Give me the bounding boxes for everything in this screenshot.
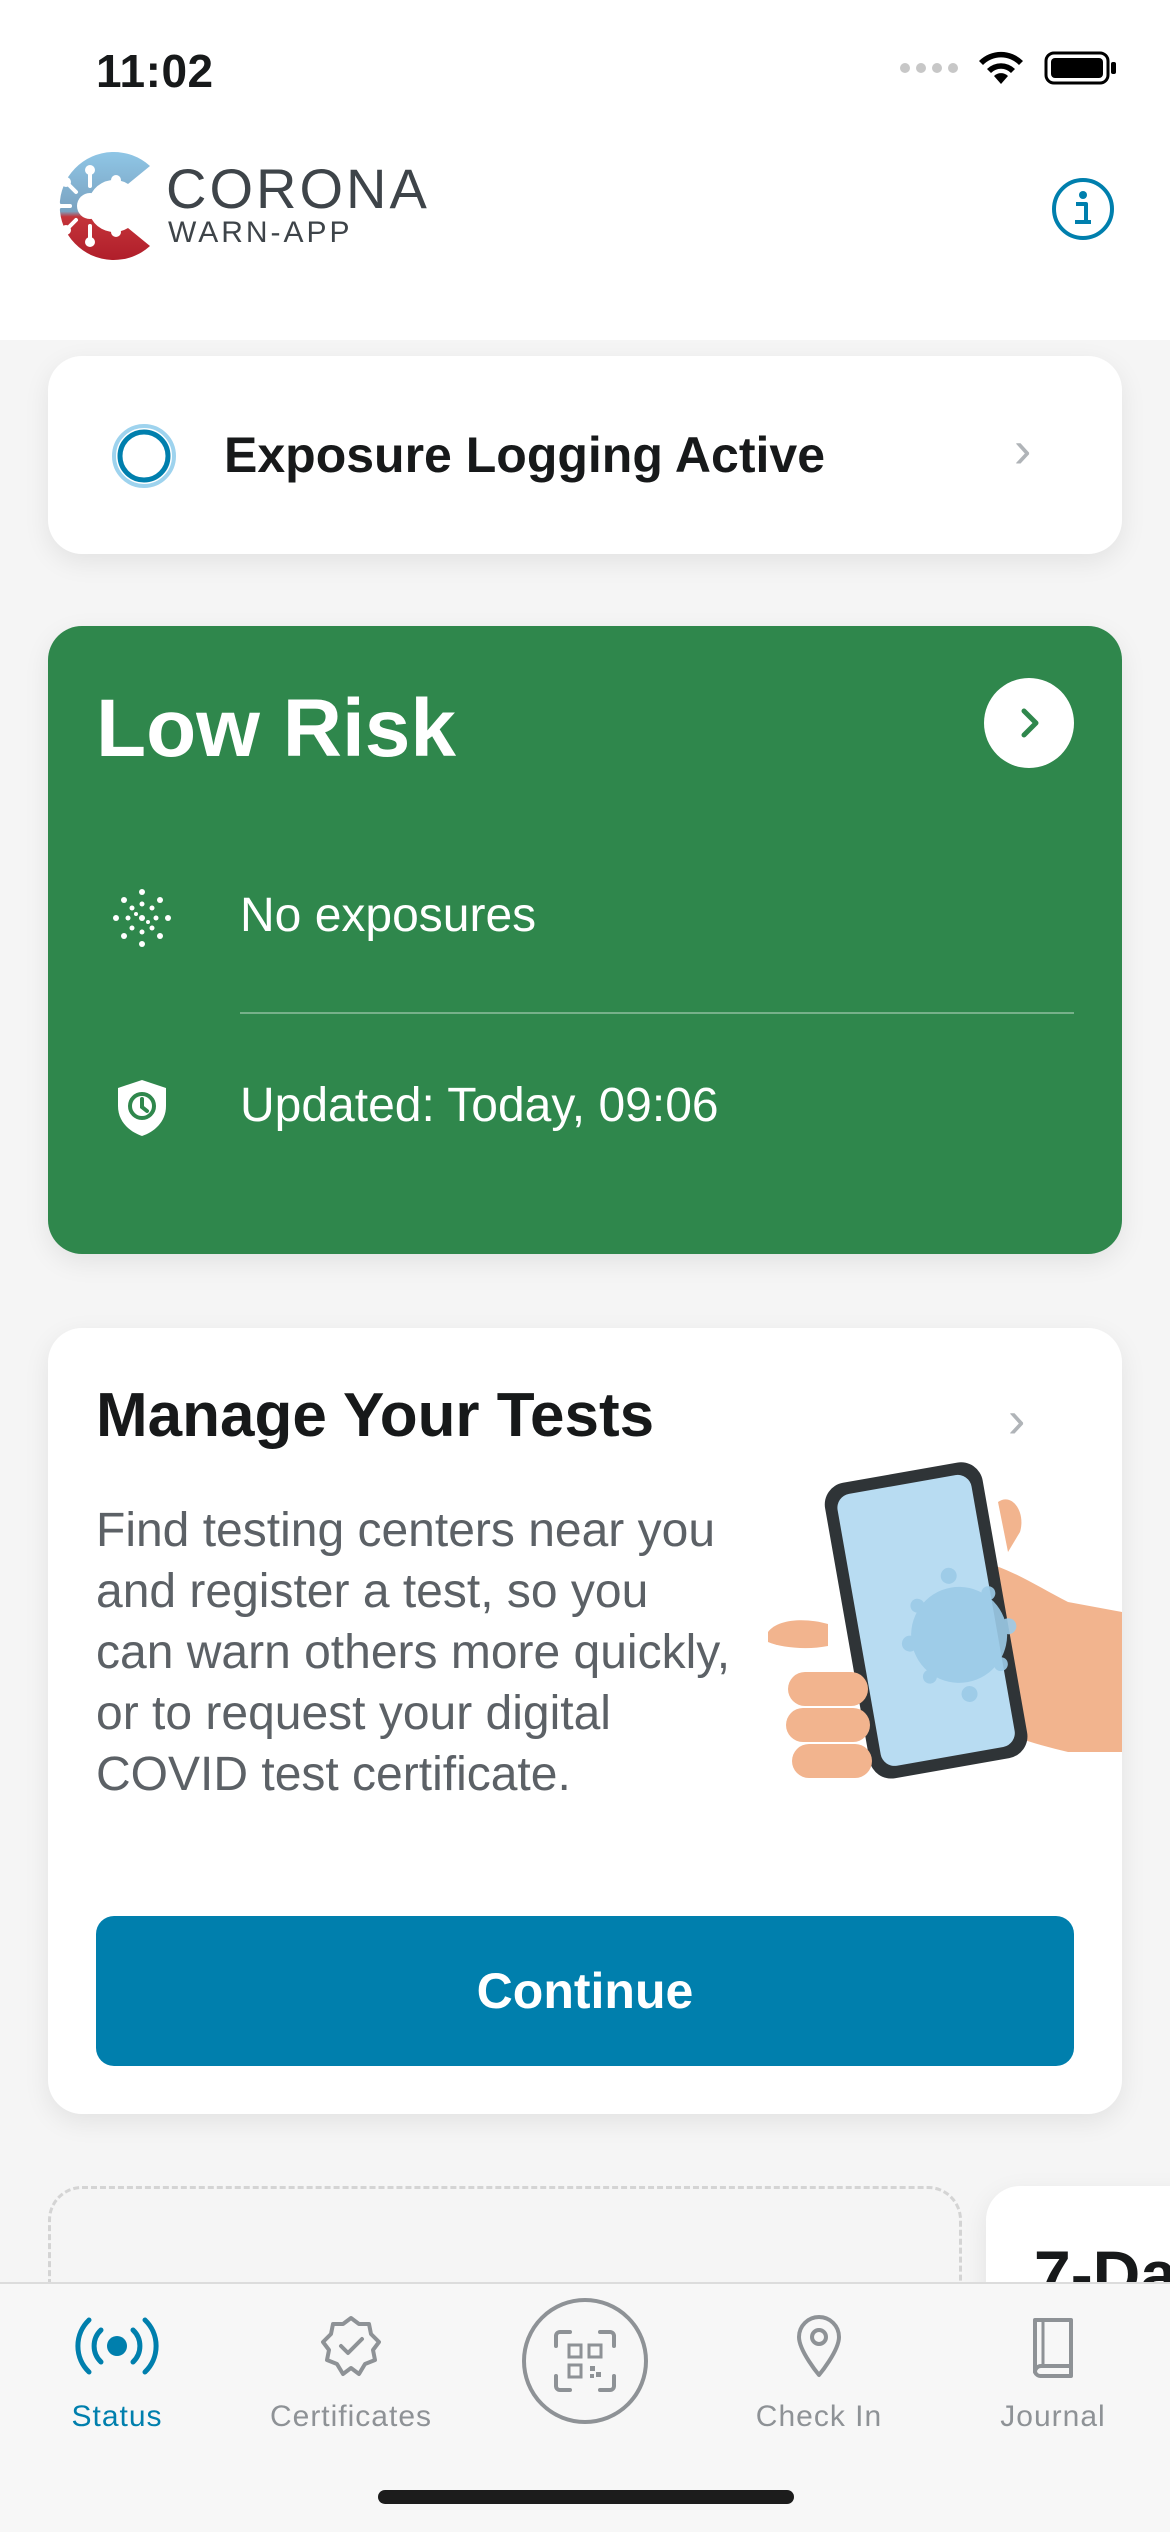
location-pin-icon: [797, 2315, 841, 2377]
tab-certificates-label: Certificates: [269, 2400, 433, 2433]
exposures-status: No exposures: [240, 889, 537, 942]
qr-scan-button[interactable]: [522, 2298, 648, 2424]
wifi-icon: [979, 51, 1023, 84]
status-bar: 11:02: [0, 0, 1170, 140]
tab-status[interactable]: Status: [0, 2284, 234, 2454]
tab-check-in-label: Check In: [755, 2400, 883, 2433]
home-screen: 11:02 CORONA WARN-APP Exposure Logging A…: [0, 0, 1170, 2532]
exposure-logging-card[interactable]: Exposure Logging Active ›: [48, 356, 1122, 554]
virus-dots-icon: [113, 889, 171, 947]
risk-updated: Updated: Today, 09:06: [240, 1079, 719, 1132]
home-indicator: [378, 2490, 794, 2504]
risk-title: Low Risk: [96, 683, 456, 774]
phone-in-hand-illustration: [768, 1462, 1122, 1779]
exposure-logging-label: Exposure Logging Active: [224, 427, 826, 483]
manage-tests-card[interactable]: Manage Your Tests › Find testing centers…: [48, 1328, 1122, 2114]
status-time: 11:02: [96, 45, 214, 97]
tests-description: Find testing centers near you and regist…: [96, 1504, 731, 1801]
logo-subtitle: WARN-APP: [168, 216, 353, 249]
continue-button[interactable]: Continue: [96, 1916, 1074, 2066]
status-icons: [900, 50, 1118, 86]
risk-card[interactable]: Low Risk No exposures Updated: Today, 09…: [48, 626, 1122, 1254]
status-broadcast-icon: [75, 2317, 159, 2375]
tab-status-label: Status: [71, 2400, 163, 2433]
tab-journal-label: Journal: [1000, 2400, 1106, 2433]
certificate-badge-icon: [321, 2316, 381, 2376]
tab-journal[interactable]: Journal: [936, 2284, 1170, 2454]
chevron-right-icon: [1021, 708, 1039, 738]
qr-scan-icon: [554, 2330, 616, 2392]
risk-details-button[interactable]: [984, 678, 1074, 768]
tab-certificates[interactable]: Certificates: [234, 2284, 468, 2454]
info-icon[interactable]: [1050, 176, 1116, 242]
exposure-active-icon: [112, 424, 176, 488]
cellular-dots-icon: [900, 63, 958, 73]
chevron-right-icon: ›: [1014, 421, 1032, 479]
tab-check-in[interactable]: Check In: [702, 2284, 936, 2454]
logo-title: CORONA: [166, 157, 430, 220]
corona-warn-logo-icon: [51, 152, 151, 260]
risk-divider: [240, 1012, 1074, 1014]
tests-title: Manage Your Tests: [96, 1381, 655, 1450]
chevron-right-icon: ›: [1008, 1391, 1026, 1449]
battery-icon: [1044, 51, 1116, 85]
journal-book-icon: [1033, 2318, 1073, 2378]
shield-clock-icon: [118, 1080, 166, 1136]
